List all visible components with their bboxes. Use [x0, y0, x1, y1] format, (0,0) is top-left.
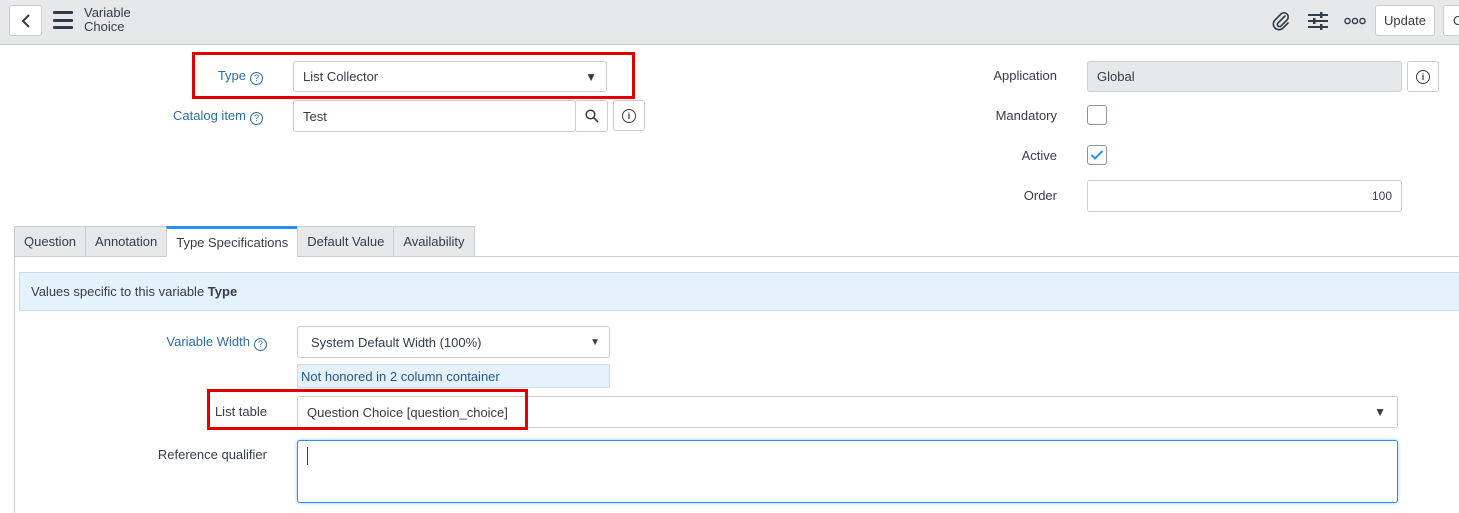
- type-specs-banner: Values specific to this variable Type: [19, 272, 1459, 311]
- catalog-item-label[interactable]: Catalog item?: [150, 108, 263, 125]
- truncated-header-button[interactable]: C: [1443, 5, 1459, 36]
- hamburger-menu-icon[interactable]: [53, 11, 73, 29]
- catalog-item-input[interactable]: Test: [293, 100, 576, 132]
- variable-width-select[interactable]: System Default Width (100%) ▼: [297, 326, 610, 358]
- dropdown-arrow-icon: ▼: [1374, 405, 1386, 419]
- catalog-item-info-button[interactable]: i: [613, 100, 645, 131]
- info-icon: i: [622, 108, 636, 123]
- form-title-line2: Choice: [84, 19, 125, 34]
- active-checkbox[interactable]: [1087, 145, 1107, 165]
- type-highlight-box: [192, 52, 635, 99]
- list-table-highlight-box: [207, 389, 528, 430]
- variable-width-note: Not honored in 2 column container: [297, 364, 610, 388]
- chevron-left-icon: [21, 13, 30, 28]
- mandatory-label: Mandatory: [995, 108, 1057, 123]
- active-label: Active: [1021, 148, 1057, 163]
- tab-default-value[interactable]: Default Value: [297, 226, 394, 257]
- more-options-icon[interactable]: [1342, 9, 1368, 33]
- question-circle-icon[interactable]: ?: [254, 338, 267, 351]
- tab-panel-border: [14, 256, 15, 513]
- form-tabs: Question Annotation Type Specifications …: [14, 226, 475, 257]
- reference-qualifier-label: Reference qualifier: [157, 447, 267, 462]
- dropdown-arrow-icon: ▼: [590, 336, 600, 348]
- check-icon: [1090, 150, 1104, 160]
- catalog-item-search-button[interactable]: [575, 100, 608, 132]
- tab-type-specifications[interactable]: Type Specifications: [166, 226, 298, 257]
- info-icon: i: [1416, 69, 1430, 84]
- text-cursor: [307, 447, 308, 465]
- form-header: [0, 0, 1459, 45]
- application-field: Global: [1087, 61, 1402, 92]
- sliders-icon[interactable]: [1305, 9, 1331, 33]
- search-icon: [584, 109, 599, 123]
- variable-width-label[interactable]: Variable Width?: [150, 334, 267, 351]
- application-info-button[interactable]: i: [1407, 61, 1439, 92]
- application-label: Application: [993, 68, 1057, 83]
- paperclip-icon[interactable]: [1268, 9, 1294, 33]
- back-button[interactable]: [9, 5, 42, 36]
- reference-qualifier-textarea[interactable]: [297, 440, 1398, 503]
- form-title-line1: Variable: [84, 5, 131, 20]
- tab-annotation[interactable]: Annotation: [85, 226, 167, 257]
- tab-question[interactable]: Question: [14, 226, 86, 257]
- mandatory-checkbox[interactable]: [1087, 105, 1107, 125]
- order-label: Order: [1023, 188, 1057, 203]
- question-circle-icon[interactable]: ?: [250, 112, 263, 125]
- update-button[interactable]: Update: [1375, 5, 1435, 36]
- tab-availability[interactable]: Availability: [393, 226, 475, 257]
- order-input[interactable]: 100: [1087, 180, 1402, 212]
